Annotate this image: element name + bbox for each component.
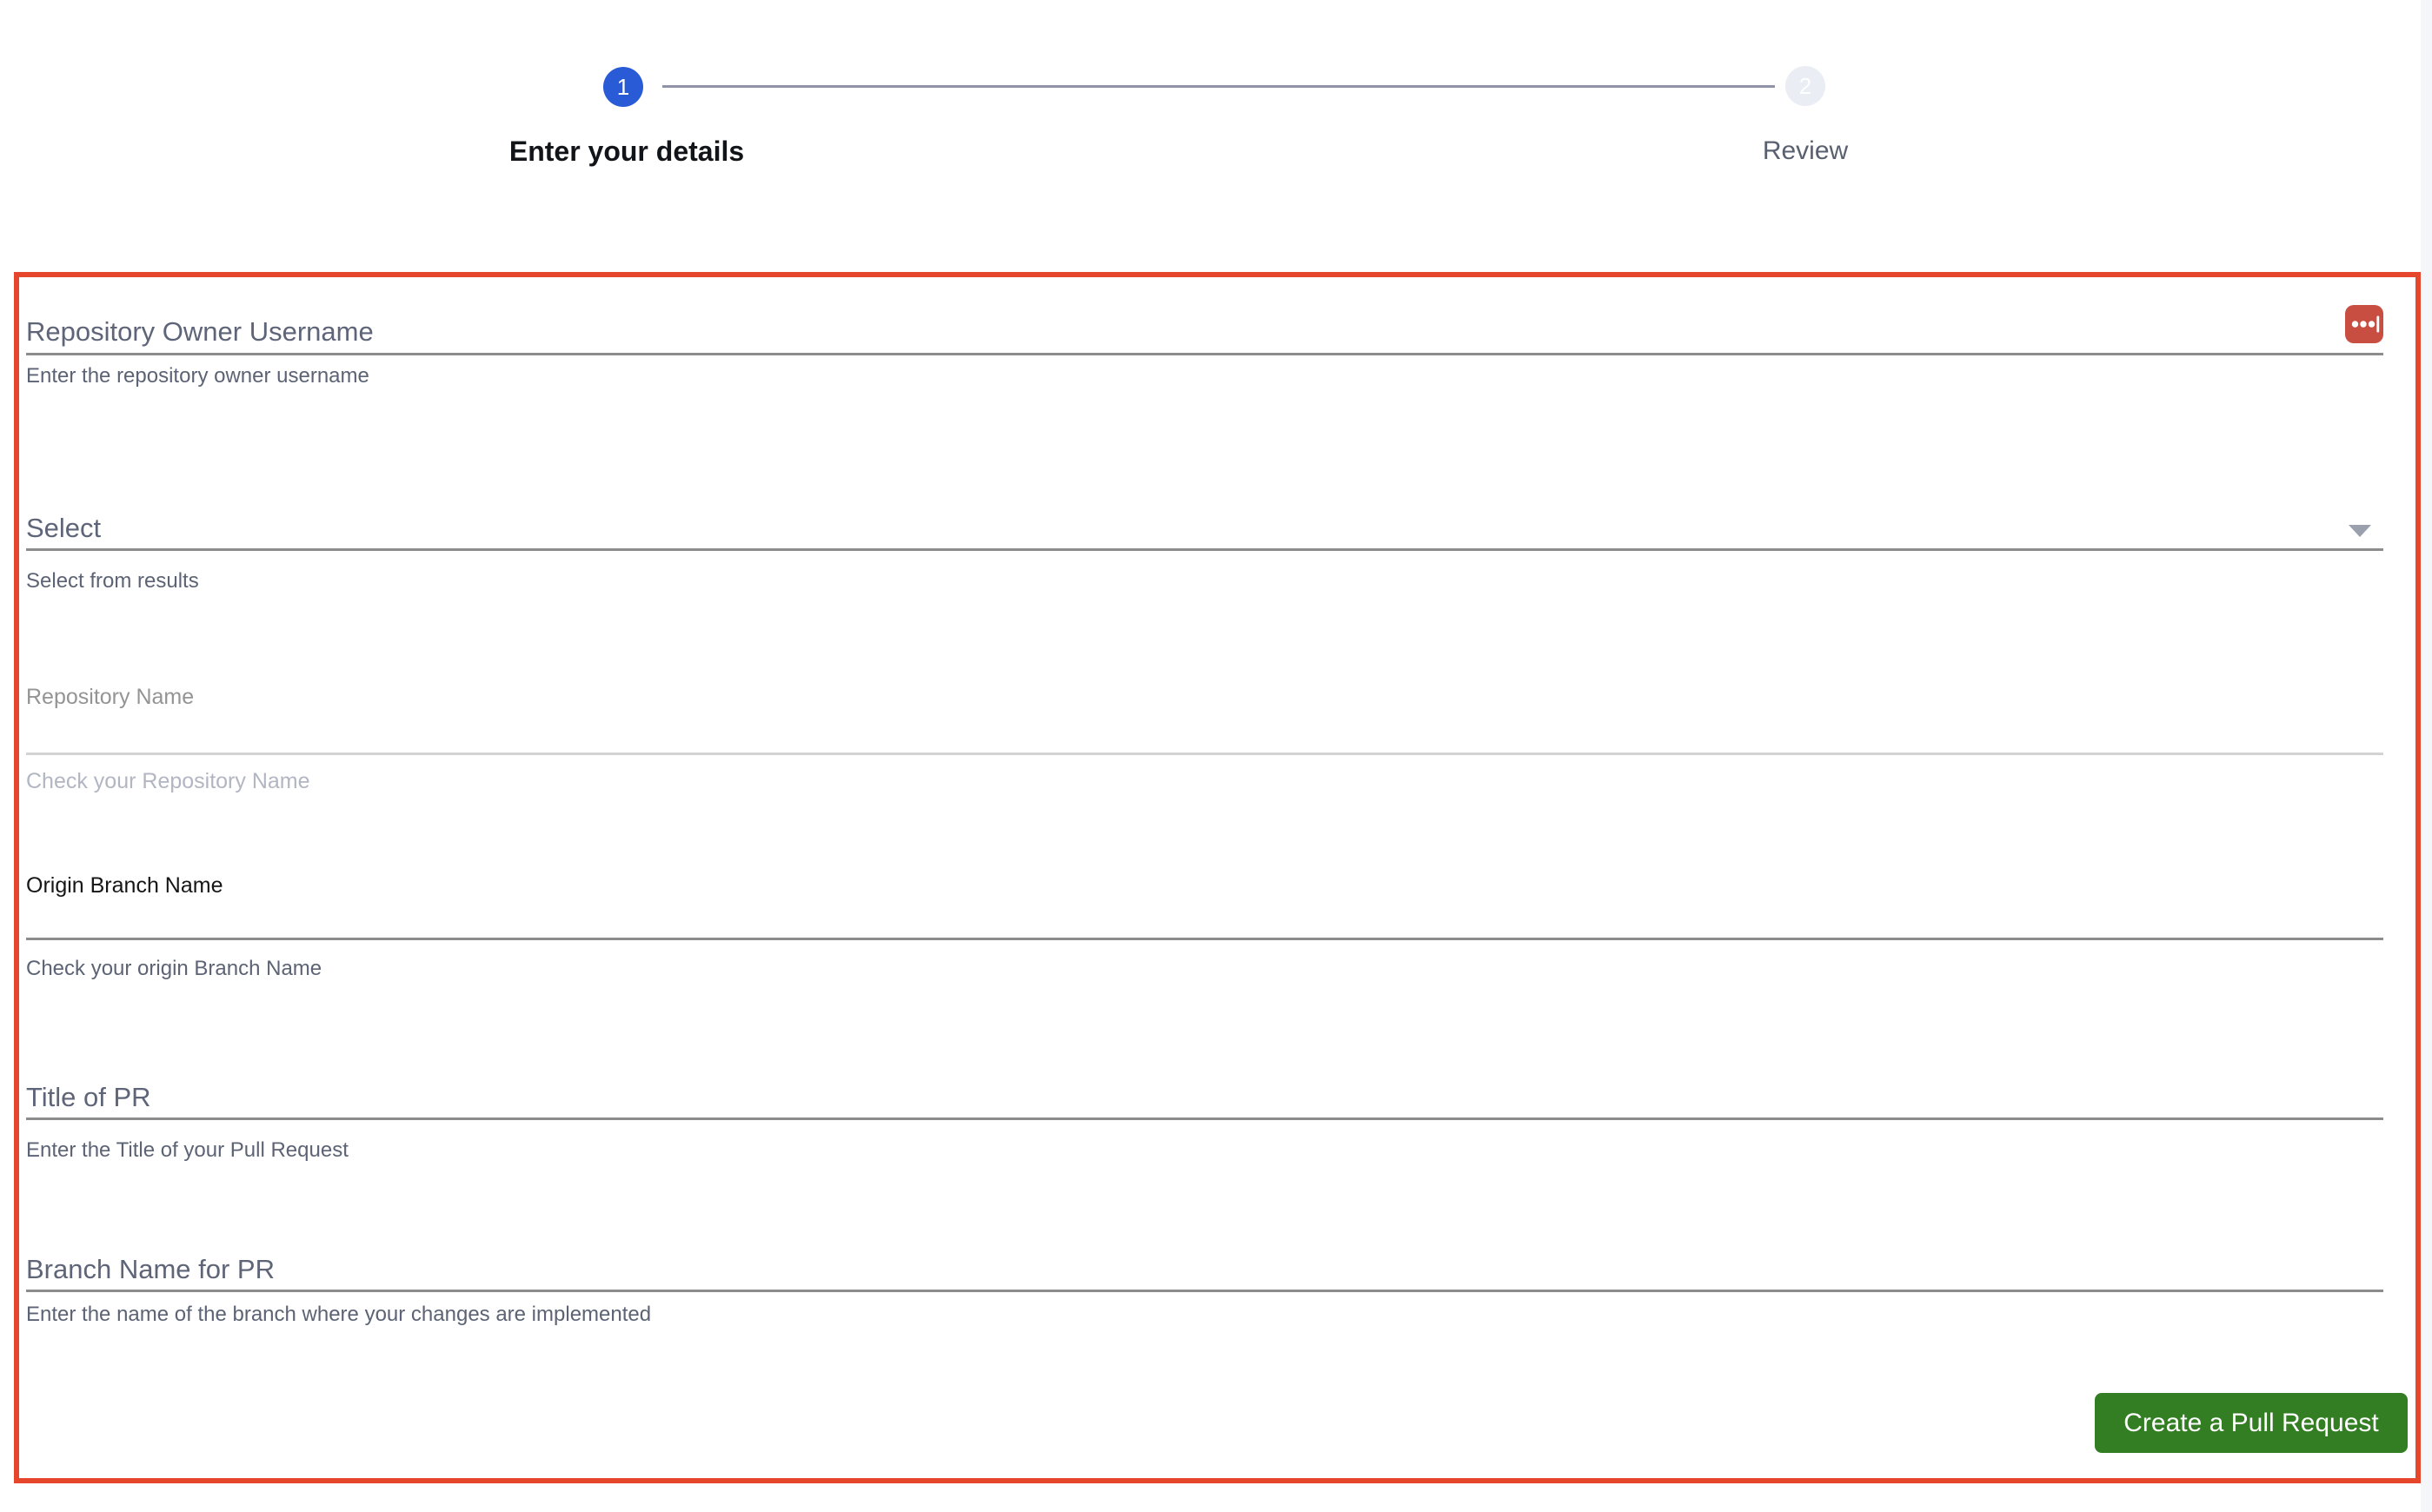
- stepper-connector-line: [662, 85, 1775, 88]
- repository-owner-input[interactable]: [26, 310, 2383, 355]
- step-1-circle[interactable]: 1: [603, 67, 643, 107]
- pr-title-input[interactable]: [26, 1078, 2383, 1120]
- repository-name-field: Repository Name Check your Repository Na…: [26, 685, 2383, 794]
- step-2-label: Review: [1762, 136, 1849, 165]
- repository-select-helper: Select from results: [26, 569, 199, 593]
- step-2-circle[interactable]: 2: [1785, 66, 1825, 106]
- origin-branch-helper: Check your origin Branch Name: [26, 957, 322, 980]
- origin-branch-input[interactable]: [26, 899, 2383, 940]
- page-edge-strip: [2421, 0, 2432, 1512]
- repository-name-label: Repository Name: [26, 685, 195, 709]
- step-2-number: 2: [1798, 72, 1812, 99]
- pr-title-field: Enter the Title of your Pull Request: [26, 1078, 2383, 1163]
- origin-branch-field: Origin Branch Name Check your origin Bra…: [26, 873, 2383, 981]
- lastpass-icon-glyph: [2345, 305, 2383, 343]
- chevron-down-icon[interactable]: [2349, 525, 2371, 537]
- repository-select-field: Select Select from results: [26, 507, 2383, 594]
- origin-branch-label: Origin Branch Name: [26, 873, 223, 898]
- step-1-label: Enter your details: [508, 136, 745, 167]
- pr-branch-field: Enter the name of the branch where your …: [26, 1250, 2383, 1327]
- lastpass-autofill-icon[interactable]: [2345, 305, 2383, 343]
- create-pull-request-button[interactable]: Create a Pull Request: [2095, 1393, 2408, 1453]
- repository-name-helper: Check your Repository Name: [26, 769, 310, 793]
- pull-request-form-panel: Enter the repository owner username Sele…: [14, 272, 2421, 1483]
- pr-title-helper: Enter the Title of your Pull Request: [26, 1138, 349, 1162]
- pr-branch-helper: Enter the name of the branch where your …: [26, 1303, 652, 1326]
- repository-owner-field: Enter the repository owner username: [26, 310, 2383, 388]
- repository-name-input[interactable]: [26, 710, 2383, 755]
- pr-branch-input[interactable]: [26, 1250, 2383, 1292]
- repository-select-placeholder: Select: [26, 512, 102, 543]
- step-1-number: 1: [616, 73, 630, 100]
- repository-select-dropdown[interactable]: Select: [26, 507, 2383, 551]
- repository-owner-helper: Enter the repository owner username: [26, 364, 369, 388]
